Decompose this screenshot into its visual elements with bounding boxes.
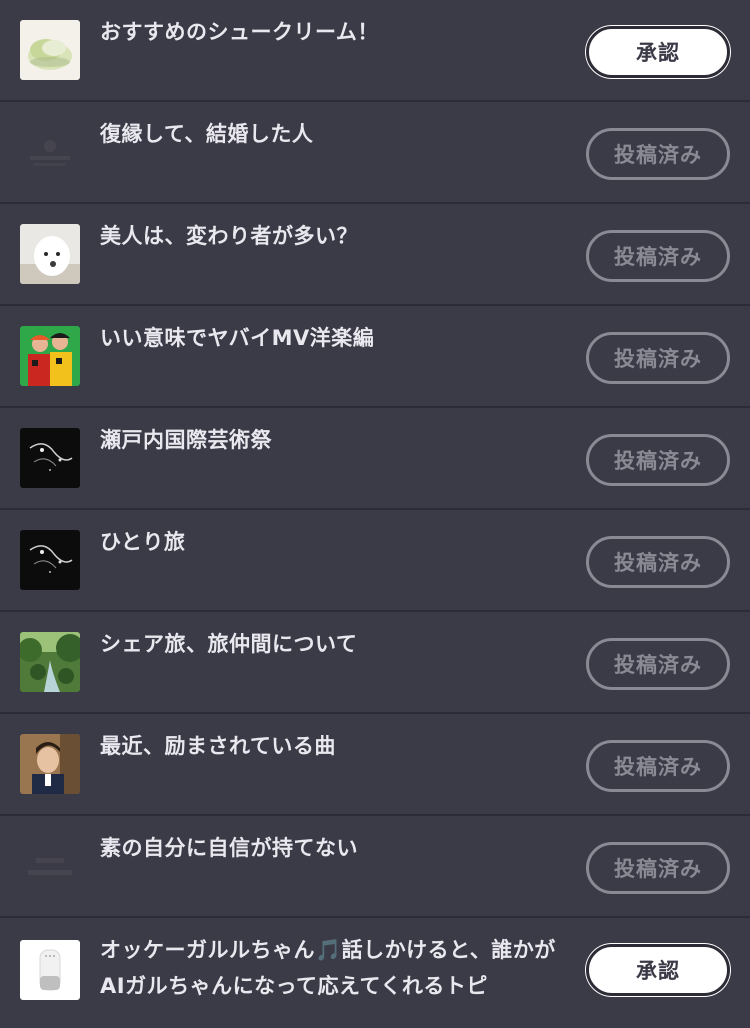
approve-button[interactable]: 承認 xyxy=(586,26,730,78)
topic-row[interactable]: 復縁して、結婚した人 投稿済み xyxy=(0,102,750,204)
topic-row[interactable]: 最近、励まされている曲 投稿済み xyxy=(0,714,750,816)
dark-artwork-thumbnail xyxy=(20,428,80,488)
white-wolf-thumbnail xyxy=(20,224,80,284)
dark-artwork-thumbnail xyxy=(20,530,80,590)
singer-portrait-thumbnail xyxy=(20,734,80,794)
topic-title[interactable]: いい意味でヤバイMV洋楽編 xyxy=(100,320,570,356)
topic-title[interactable]: オッケーガルルちゃん🎵話しかけると、誰かがAIガルちゃんになって応えてくれるトピ xyxy=(100,932,570,1004)
posted-button: 投稿済み xyxy=(586,128,730,180)
posted-button: 投稿済み xyxy=(586,740,730,792)
topic-title[interactable]: ひとり旅 xyxy=(100,524,570,560)
topic-row[interactable]: 美人は、変わり者が多い？ 投稿済み xyxy=(0,204,750,306)
topic-title[interactable]: 最近、励まされている曲 xyxy=(100,728,570,764)
forest-river-thumbnail xyxy=(20,632,80,692)
topic-row[interactable]: オッケーガルルちゃん🎵話しかけると、誰かがAIガルちゃんになって応えてくれるトピ… xyxy=(0,918,750,1028)
smart-speaker-thumbnail xyxy=(20,940,80,1000)
placeholder-logo-thumbnail xyxy=(20,122,80,182)
posted-button: 投稿済み xyxy=(586,842,730,894)
topic-title[interactable]: 瀬戸内国際芸術祭 xyxy=(100,422,570,458)
approve-button[interactable]: 承認 xyxy=(586,944,730,996)
topic-title[interactable]: 素の自分に自信が持てない xyxy=(100,830,570,866)
topic-title[interactable]: おすすめのシュークリーム！ xyxy=(100,14,570,50)
music-duo-thumbnail xyxy=(20,326,80,386)
topic-title[interactable]: 美人は、変わり者が多い？ xyxy=(100,218,570,254)
topic-row[interactable]: いい意味でヤバイMV洋楽編 投稿済み xyxy=(0,306,750,408)
topic-title[interactable]: 復縁して、結婚した人 xyxy=(100,116,570,152)
posted-button: 投稿済み xyxy=(586,434,730,486)
topic-row[interactable]: ひとり旅 投稿済み xyxy=(0,510,750,612)
posted-button: 投稿済み xyxy=(586,230,730,282)
topic-row[interactable]: 素の自分に自信が持てない 投稿済み xyxy=(0,816,750,918)
topic-list: おすすめのシュークリーム！ 承認 復縁して、結婚した人 投稿済み 美人は、変わり… xyxy=(0,0,750,1028)
posted-button: 投稿済み xyxy=(586,638,730,690)
topic-row[interactable]: 瀬戸内国際芸術祭 投稿済み xyxy=(0,408,750,510)
topic-title[interactable]: シェア旅、旅仲間について xyxy=(100,626,570,662)
cream-puff-thumbnail xyxy=(20,20,80,80)
topic-row[interactable]: シェア旅、旅仲間について 投稿済み xyxy=(0,612,750,714)
posted-button: 投稿済み xyxy=(586,536,730,588)
posted-button: 投稿済み xyxy=(586,332,730,384)
placeholder-logo-thumbnail xyxy=(20,836,80,896)
topic-row[interactable]: おすすめのシュークリーム！ 承認 xyxy=(0,0,750,102)
